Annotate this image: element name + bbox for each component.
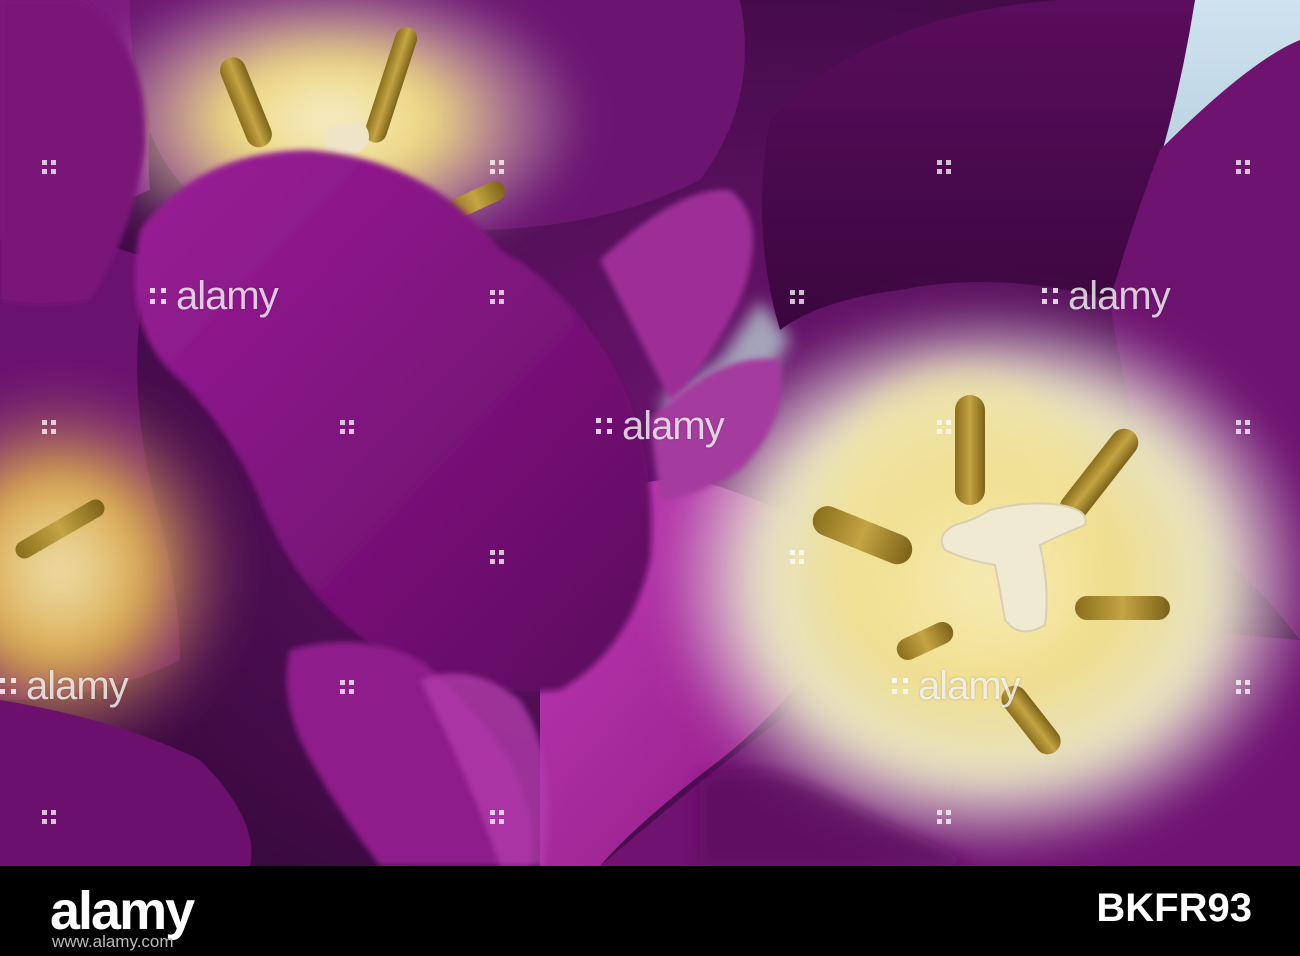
photo: alamy alamy alamy alamy alamy [0,0,1300,866]
image-id: BKFR93 [1096,886,1252,930]
footer-url[interactable]: www.alamy.com [52,932,174,952]
footer-bar: alamy BKFR93 www.alamy.com [0,866,1300,956]
